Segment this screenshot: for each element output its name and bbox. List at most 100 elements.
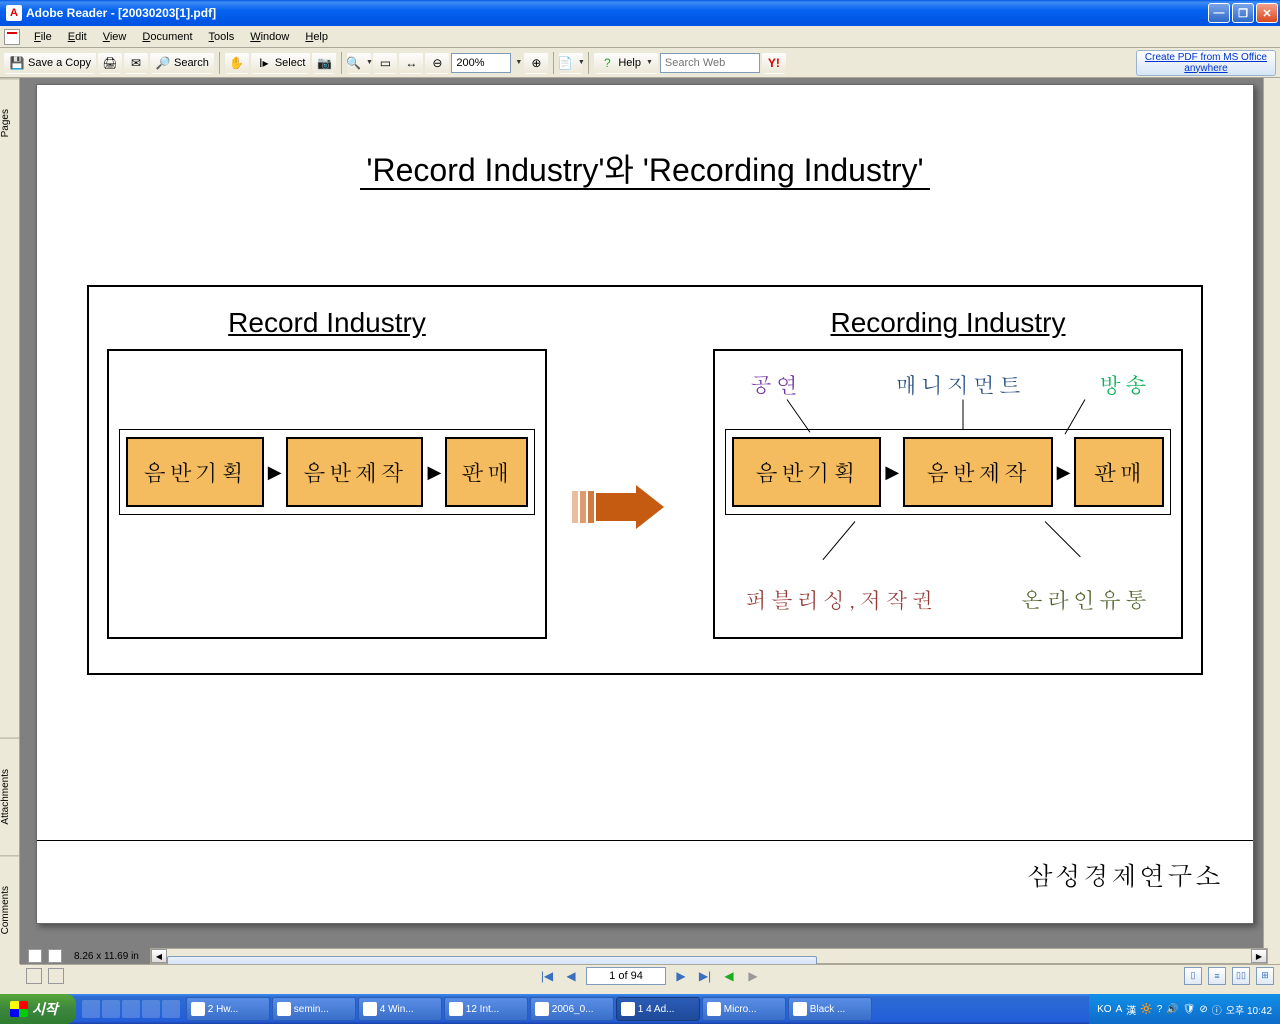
forward-view-button[interactable]: ▶ [744, 967, 762, 985]
save-copy-button[interactable]: 💾Save a Copy [4, 52, 96, 74]
help-icon: ? [599, 55, 615, 71]
facing-view-button[interactable]: ▯▯ [1232, 967, 1250, 985]
tray-icon[interactable]: ? [1157, 1004, 1163, 1015]
back-view-button[interactable]: ◀ [720, 967, 738, 985]
menu-edit[interactable]: Edit [60, 29, 95, 45]
menu-tools[interactable]: Tools [201, 29, 243, 45]
read-button[interactable]: 📄▼ [559, 52, 583, 74]
start-button[interactable]: 시작 [0, 994, 76, 1024]
view-icon[interactable] [26, 968, 42, 984]
quick-launch-item[interactable] [142, 1000, 160, 1018]
web-search-input[interactable] [660, 53, 760, 73]
single-page-view-button[interactable]: ▯ [1184, 967, 1202, 985]
connector-line [787, 399, 811, 432]
chain-box-plan: 음반기획 [732, 437, 881, 507]
envelope-icon: ✉ [128, 55, 144, 71]
tray-icon[interactable]: ⓘ [1212, 1002, 1222, 1017]
zoom-plus-button[interactable]: ⊕ [524, 52, 548, 74]
fit-page-button[interactable]: ▭ [373, 52, 397, 74]
menu-document[interactable]: Document [134, 29, 200, 45]
zoom-in-button[interactable]: 🔍▼ [347, 52, 371, 74]
continuous-view-button[interactable]: ≡ [1208, 967, 1226, 985]
tray-icon[interactable]: 🔆 [1140, 1004, 1152, 1015]
tray-icon[interactable]: 🔊 [1166, 1004, 1178, 1015]
slide-title: 'Record Industry'와 'Recording Industry' [37, 145, 1253, 191]
taskbar-app-label: 12 Int... [466, 1004, 499, 1015]
comments-tab[interactable]: Comments [0, 855, 19, 964]
fit-page-icon: ▭ [377, 55, 393, 71]
taskbar-app-button[interactable]: 1 4 Ad... [616, 997, 700, 1021]
app-icon [621, 1002, 635, 1016]
minimize-button[interactable]: — [1208, 3, 1230, 23]
taskbar-app-button[interactable]: semin... [272, 997, 356, 1021]
prev-page-button[interactable]: ◀ [562, 967, 580, 985]
app-name: Adobe Reader [26, 6, 107, 20]
pdf-page: 'Record Industry'와 'Recording Industry' … [36, 84, 1254, 924]
help-button[interactable]: ?Help▼ [594, 52, 658, 74]
fit-width-icon: ↔ [403, 55, 419, 71]
select-tool-button[interactable]: I▸Select [251, 52, 311, 74]
taskbar-app-button[interactable]: 2 Hw... [186, 997, 270, 1021]
zoom-out-button[interactable]: ⊖ [425, 52, 449, 74]
zoom-dropdown[interactable]: ▼ [515, 59, 522, 66]
snapshot-tool-button[interactable]: 📷 [312, 52, 336, 74]
pages-tab[interactable]: Pages [0, 78, 19, 167]
app-icon [277, 1002, 291, 1016]
restore-button[interactable]: ❐ [1232, 3, 1254, 23]
create-pdf-promo[interactable]: Create PDF from MS Officeanywhere [1136, 50, 1276, 76]
vertical-scrollbar[interactable] [1263, 78, 1280, 964]
system-tray[interactable]: KO A 漢 🔆 ? 🔊 🛡 ⊘ ⓘ 오후 10:42 [1089, 994, 1280, 1024]
app-icon [191, 1002, 205, 1016]
taskbar-app-button[interactable]: 2006_0... [530, 997, 614, 1021]
annotation-performance: 공연 [750, 369, 802, 400]
menu-file[interactable]: File [26, 29, 60, 45]
print-button[interactable]: 🖨 [98, 52, 122, 74]
page-number-input[interactable] [586, 967, 666, 985]
scroll-left-button[interactable]: ◀ [151, 949, 167, 963]
email-button[interactable]: ✉ [124, 52, 148, 74]
next-page-button[interactable]: ▶ [672, 967, 690, 985]
menu-window[interactable]: Window [242, 29, 297, 45]
page-layout-icon[interactable] [48, 949, 62, 963]
tray-icon[interactable]: 🛡 [1183, 1004, 1196, 1015]
menu-help[interactable]: Help [297, 29, 336, 45]
menu-view[interactable]: View [95, 29, 135, 45]
quick-launch-item[interactable] [162, 1000, 180, 1018]
view-icon[interactable] [48, 968, 64, 984]
fit-width-button[interactable]: ↔ [399, 52, 423, 74]
zoom-input[interactable] [451, 53, 511, 73]
quick-launch-item[interactable] [102, 1000, 120, 1018]
taskbar-app-button[interactable]: Micro... [702, 997, 786, 1021]
last-page-button[interactable]: ▶| [696, 967, 714, 985]
document-viewport[interactable]: 'Record Industry'와 'Recording Industry' … [20, 78, 1280, 964]
arrow-icon: ▶ [268, 462, 282, 483]
quick-launch-item[interactable] [122, 1000, 140, 1018]
right-heading: Recording Industry [713, 307, 1183, 339]
hand-icon: ✋ [229, 55, 245, 71]
scroll-right-button[interactable]: ▶ [1251, 949, 1267, 963]
search-button[interactable]: 🔎Search [150, 52, 214, 74]
tray-icon[interactable]: ⊘ [1199, 1004, 1207, 1015]
page-layout-icon[interactable] [28, 949, 42, 963]
main-area: Pages Attachments Comments 'Record Indus… [0, 78, 1280, 964]
ime-indicator[interactable]: A [1116, 1004, 1123, 1015]
first-page-button[interactable]: |◀ [538, 967, 556, 985]
text-select-icon: I▸ [256, 55, 272, 71]
window-title: Adobe Reader - [20030203[1].pdf] [26, 6, 1208, 20]
taskbar-app-button[interactable]: 4 Win... [358, 997, 442, 1021]
ime-hanja-indicator[interactable]: 漢 [1126, 1002, 1136, 1017]
taskbar-app-button[interactable]: Black ... [788, 997, 872, 1021]
quick-launch-item[interactable] [82, 1000, 100, 1018]
attachments-tab[interactable]: Attachments [0, 738, 19, 855]
clock[interactable]: 오후 10:42 [1226, 1002, 1272, 1017]
lang-indicator[interactable]: KO [1097, 1004, 1111, 1015]
continuous-facing-view-button[interactable]: ⊞ [1256, 967, 1274, 985]
chain-box-plan: 음반기획 [126, 437, 264, 507]
yahoo-search-button[interactable]: Y! [762, 52, 786, 74]
horizontal-scrollbar[interactable]: ◀ ▶ [150, 948, 1268, 964]
taskbar-app-button[interactable]: 12 Int... [444, 997, 528, 1021]
right-chain: 음반기획 ▶ 음반제작 ▶ 판매 [725, 429, 1171, 515]
hand-tool-button[interactable]: ✋ [225, 52, 249, 74]
close-button[interactable]: ✕ [1256, 3, 1278, 23]
taskbar: 시작 2 Hw...semin...4 Win... 12 Int... 2006_… [0, 994, 1280, 1024]
